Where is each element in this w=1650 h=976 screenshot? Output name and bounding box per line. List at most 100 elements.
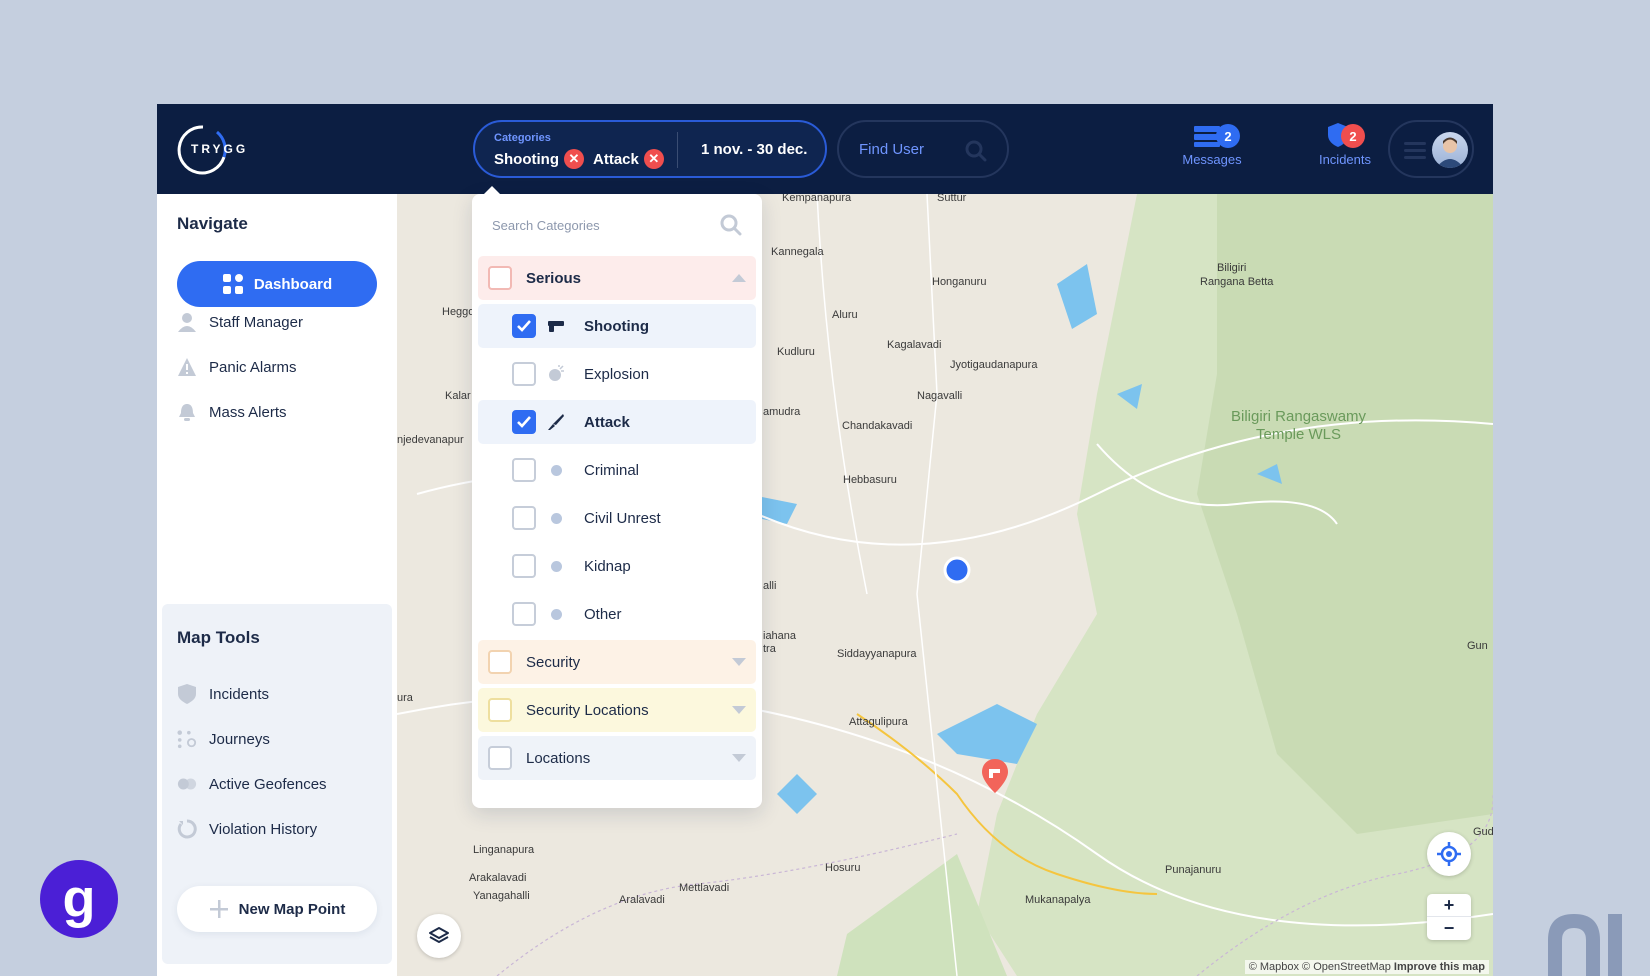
map-label: Arakalavadi xyxy=(469,872,527,884)
group-checkbox[interactable] xyxy=(488,266,512,290)
avatar[interactable] xyxy=(1432,132,1468,168)
categories-label: Categories xyxy=(494,132,551,144)
search-icon[interactable] xyxy=(720,214,742,236)
tool-item-incidents[interactable]: Incidents xyxy=(177,684,269,704)
menu-icon[interactable] xyxy=(1404,142,1426,163)
category-item-other[interactable]: Other xyxy=(478,592,756,636)
map-label: Mettlavadi xyxy=(679,882,730,894)
remove-chip-icon[interactable]: ✕ xyxy=(643,149,664,169)
incident-pin-icon[interactable] xyxy=(981,758,1009,794)
dashboard-label: Dashboard xyxy=(253,275,333,293)
new-map-point-button[interactable]: New Map Point xyxy=(177,886,377,932)
search-icon[interactable] xyxy=(965,140,987,162)
map-label: Linganapura xyxy=(473,844,535,856)
map-label: Punajanuru xyxy=(1165,864,1222,876)
item-checkbox[interactable] xyxy=(512,602,536,626)
map-label: Attagulipura xyxy=(849,716,908,728)
tool-item-active-geofences[interactable]: Active Geofences xyxy=(177,774,327,794)
category-item-kidnap[interactable]: Kidnap xyxy=(478,544,756,588)
locate-button[interactable] xyxy=(1427,832,1471,876)
incidents-button[interactable]: 2 Incidents xyxy=(1315,122,1375,167)
item-checkbox[interactable] xyxy=(512,314,536,338)
improve-map-link[interactable]: Improve this map xyxy=(1394,961,1485,973)
nav-item-panic-alarms[interactable]: Panic Alarms xyxy=(177,357,297,377)
nav-label: Staff Manager xyxy=(209,313,303,331)
find-user-placeholder: Find User xyxy=(859,141,925,158)
nav-label: Panic Alarms xyxy=(209,358,297,376)
group-checkbox[interactable] xyxy=(488,650,512,674)
category-item-attack[interactable]: Attack xyxy=(478,400,756,444)
logo-text: TRYGG xyxy=(191,142,249,156)
explosion-icon xyxy=(546,364,566,384)
category-item-explosion[interactable]: Explosion xyxy=(478,352,756,396)
chevron-down-icon[interactable] xyxy=(732,754,746,762)
category-search-input[interactable]: Search Categories xyxy=(492,218,600,233)
nav-item-mass-alerts[interactable]: Mass Alerts xyxy=(177,402,287,422)
group-security[interactable]: Security xyxy=(478,640,756,684)
zoom-control: + − xyxy=(1427,894,1471,940)
zoom-out-button[interactable]: − xyxy=(1427,917,1471,940)
category-item-shooting[interactable]: Shooting xyxy=(478,304,756,348)
map-label: ura xyxy=(397,692,413,704)
nav-item-staff-manager[interactable]: Staff Manager xyxy=(177,312,303,332)
item-checkbox[interactable] xyxy=(512,554,536,578)
tool-item-journeys[interactable]: Journeys xyxy=(177,729,270,749)
map-label: Kagalavadi xyxy=(887,339,942,351)
chevron-down-icon[interactable] xyxy=(732,658,746,666)
chip-shooting: Shooting ✕ xyxy=(494,149,584,169)
messages-button[interactable]: 2 Messages xyxy=(1180,122,1244,167)
check-icon xyxy=(517,320,531,332)
map-label: amudra xyxy=(763,406,801,418)
user-photo-icon xyxy=(1436,137,1464,168)
new-point-label: New Map Point xyxy=(238,900,346,918)
tool-label: Journeys xyxy=(209,730,270,748)
group-label: Security Locations xyxy=(526,701,649,719)
category-item-criminal[interactable]: Criminal xyxy=(478,448,756,492)
item-checkbox[interactable] xyxy=(512,506,536,530)
chevron-down-icon[interactable] xyxy=(732,706,746,714)
user-location-marker[interactable] xyxy=(941,554,973,586)
map-label: Gudi xyxy=(1473,826,1493,838)
item-checkbox[interactable] xyxy=(512,458,536,482)
watermark-shape xyxy=(1548,914,1622,976)
remove-chip-icon[interactable]: ✕ xyxy=(563,149,584,169)
item-label: Kidnap xyxy=(584,557,631,575)
tool-item-violation-history[interactable]: Violation History xyxy=(177,819,317,839)
category-filter[interactable]: Categories Shooting ✕ Attack ✕ 1 nov. - … xyxy=(473,120,827,178)
map-tools-title: Map Tools xyxy=(177,628,260,647)
group-checkbox[interactable] xyxy=(488,698,512,722)
map-label: Kudluru xyxy=(777,346,815,358)
group-security-locations[interactable]: Security Locations xyxy=(478,688,756,732)
map-label: Chandakavadi xyxy=(842,420,913,432)
item-label: Other xyxy=(584,605,622,623)
group-serious[interactable]: Serious xyxy=(478,256,756,300)
dashboard-icon xyxy=(222,274,243,294)
category-item-civil-unrest[interactable]: Civil Unrest xyxy=(478,496,756,540)
history-icon xyxy=(177,819,197,839)
layers-button[interactable] xyxy=(417,914,461,958)
dot-icon xyxy=(546,556,566,576)
group-label: Security xyxy=(526,653,581,671)
sidebar: Navigate Dashboard Staff Manager Panic A… xyxy=(157,194,397,976)
category-dropdown: Search Categories Serious Shooting Explo xyxy=(472,186,762,808)
map-label: Gun xyxy=(1467,640,1488,652)
dashboard-button[interactable]: Dashboard xyxy=(177,261,377,307)
zoom-in-button[interactable]: + xyxy=(1427,894,1471,917)
item-label: Explosion xyxy=(584,365,650,383)
item-checkbox[interactable] xyxy=(512,410,536,434)
map-label: Honganuru xyxy=(932,276,987,288)
user-menu[interactable] xyxy=(1388,120,1474,178)
park-label-line: Biligiri Rangaswamy xyxy=(1231,408,1367,425)
park-label-line: Temple WLS xyxy=(1256,426,1342,443)
find-user-input[interactable]: Find User xyxy=(837,120,1009,178)
chevron-up-icon[interactable] xyxy=(732,274,746,282)
map-label: iahana xyxy=(763,630,797,642)
date-range[interactable]: 1 nov. - 30 dec. xyxy=(701,141,807,158)
group-locations[interactable]: Locations xyxy=(478,736,756,780)
tool-label: Violation History xyxy=(209,820,318,838)
item-label: Attack xyxy=(584,413,630,431)
item-checkbox[interactable] xyxy=(512,362,536,386)
group-checkbox[interactable] xyxy=(488,746,512,770)
layers-icon xyxy=(429,927,449,943)
map-label: Kannegala xyxy=(771,246,824,258)
